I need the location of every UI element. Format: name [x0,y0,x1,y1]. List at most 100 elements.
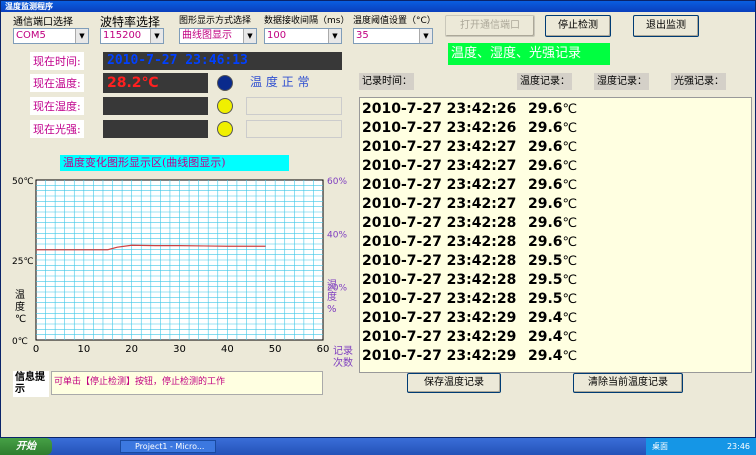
record-temp: 29.4℃ [528,310,578,326]
info-label: 信息提示 [13,371,49,397]
record-temp: 29.6℃ [528,234,578,250]
interval-label: 数据接收间隔（ms） [264,16,350,26]
chevron-down-icon[interactable]: ▼ [328,29,341,43]
record-time: 2010-7-27 23:42:27 [362,177,517,193]
display-value: 曲线图显示 [182,30,232,41]
x-tick-label: 60 [317,344,330,355]
chart-area: 50℃25℃0℃60%40%20%0 10 20 30 40 50 60温度℃湿度%记录次数 [12,177,353,369]
chevron-down-icon[interactable]: ▼ [75,29,88,43]
light-status-led [217,121,233,137]
record-unit: ℃ [562,273,578,288]
chevron-down-icon[interactable]: ▼ [419,29,432,43]
record-unit: ℃ [562,330,578,345]
record-unit: ℃ [562,349,578,364]
records-list[interactable]: 2010-7-27 23:42:26 29.6℃ 2010-7-27 23:42:2… [359,97,752,373]
record-unit: ℃ [562,216,578,231]
chevron-down-icon[interactable]: ▼ [150,29,163,43]
record-unit: ℃ [562,121,578,136]
time-label: 现在时间: [30,52,84,70]
record-unit: ℃ [562,102,578,117]
record-temp: 29.6℃ [528,196,578,212]
humidity-status-led [217,98,233,114]
y2-axis-label: 湿 [327,279,337,291]
y-tick-label: 25℃ [12,257,34,267]
y-axis-label: 度 [15,300,25,313]
title-bar: 温度监测程序 [1,1,755,12]
port-label: 通信端口选择 [13,17,73,28]
record-unit: ℃ [562,197,578,212]
record-time: 2010-7-27 23:42:27 [362,139,517,155]
x-tick-label: 20 [125,344,138,355]
y-tick-label: 0℃ [12,337,28,347]
save-records-button[interactable]: 保存温度记录 [407,373,501,393]
threshold-select[interactable]: 35 ▼ [353,28,433,44]
temp-label: 现在温度: [30,74,84,92]
light-display [103,120,208,138]
x-tick-label: 10 [77,344,90,355]
clock: 23:46 [726,442,750,451]
start-button[interactable]: 开始 [0,438,52,455]
system-tray: 桌面 23:46 [646,438,756,455]
x-tick-label: 50 [269,344,282,355]
record-time: 2010-7-27 23:42:28 [362,215,517,231]
record-temp: 29.6℃ [528,177,578,193]
app-window: 温度监测程序 通信端口选择 COM5 ▼ 波特率选择 115200 ▼ 图形显示方式… [0,0,756,438]
port-select[interactable]: COM5 ▼ [13,28,89,44]
chevron-down-icon[interactable]: ▼ [243,29,256,43]
record-unit: ℃ [562,311,578,326]
record-temp: 29.5℃ [528,272,578,288]
record-temp: 29.6℃ [528,158,578,174]
taskbar [0,438,756,455]
x-axis-label: 记录 [333,345,353,357]
record-time: 2010-7-27 23:42:28 [362,291,517,307]
record-temp: 29.4℃ [528,348,578,364]
record-temp: 29.5℃ [528,253,578,269]
records-title: 温度、湿度、光强记录 [448,43,610,65]
record-unit: ℃ [562,159,578,174]
tray-text: 桌面 [652,442,668,451]
clear-records-button[interactable]: 清除当前温度记录 [573,373,683,393]
record-time: 2010-7-27 23:42:29 [362,329,517,345]
baud-select[interactable]: 115200 ▼ [100,28,164,44]
display-label: 图形显示方式选择 [179,16,252,26]
taskbar-item[interactable]: Project1 - Micro... [120,440,216,453]
y2-axis-label: % [327,304,337,315]
y2-tick-label: 60% [327,177,347,187]
y-axis-label: 温 [15,289,25,301]
x-axis-label: 次数 [333,356,353,369]
chart-title: 温度变化图形显示区(曲线图显示) [60,155,289,171]
record-time: 2010-7-27 23:42:26 [362,120,517,136]
record-temp: 29.4℃ [528,329,578,345]
port-value: COM5 [16,30,46,41]
record-unit: ℃ [562,178,578,193]
display-select[interactable]: 曲线图显示 ▼ [179,28,257,44]
header-light: 光强记录： [671,73,726,90]
x-tick-label: 30 [173,344,186,355]
record-unit: ℃ [562,140,578,155]
record-temp: 29.6℃ [528,215,578,231]
interval-select[interactable]: 100 ▼ [264,28,342,44]
light-status-box [246,120,342,138]
record-unit: ℃ [562,235,578,250]
threshold-label: 温度阈值设置（°C） [353,16,436,26]
temp-status-text: 温 度 正 常 [246,73,342,93]
record-temp: 29.6℃ [528,101,578,117]
time-display: 2010-7-27 23:46:13 [103,52,342,70]
humidity-display [103,97,208,115]
record-unit: ℃ [562,254,578,269]
record-temp: 29.5℃ [528,291,578,307]
x-tick-label: 0 [33,344,39,355]
threshold-value: 35 [356,30,369,41]
y2-tick-label: 40% [327,230,347,240]
record-temp: 29.6℃ [528,139,578,155]
exit-button[interactable]: 退出监测 [633,15,699,37]
humidity-label: 现在湿度: [30,97,84,115]
header-temp: 温度记录： [517,73,572,90]
header-humidity: 湿度记录： [594,73,649,90]
light-label: 现在光强: [30,120,84,138]
y-tick-label: 50℃ [12,177,34,187]
open-port-button[interactable]: 打开通信端口 [445,15,535,37]
record-time: 2010-7-27 23:42:28 [362,234,517,250]
temp-display: 28.2℃ [103,73,208,93]
stop-button[interactable]: 停止检测 [545,15,611,37]
